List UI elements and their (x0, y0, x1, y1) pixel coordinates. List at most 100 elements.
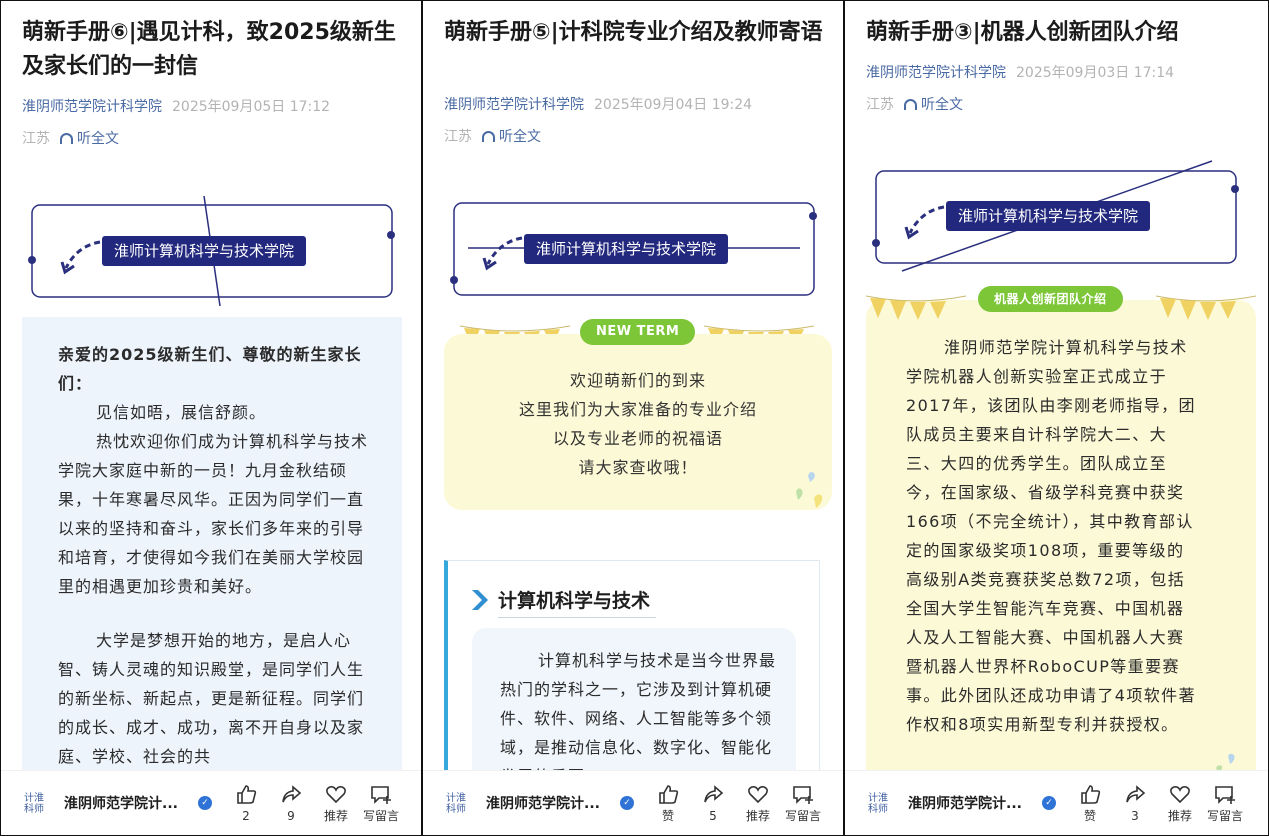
account-link[interactable]: 淮阴师范学院计科学院 (444, 97, 584, 113)
share-arrow-icon (1126, 785, 1146, 803)
letter-paragraph: 大学是梦想开始的地方，是启人心智、铸人灵魂的知识殿堂，是同学们人生的新坐标、新起… (58, 631, 365, 766)
letter-paragraph: 见信如晤，展信舒颜。 (96, 403, 267, 422)
share-count: 9 (287, 809, 295, 823)
heart-icon (748, 786, 768, 804)
listen-label: 听全文 (499, 129, 541, 145)
banner-label: 淮师计算机科学与技术学院 (946, 201, 1151, 231)
comment-button[interactable]: 写留言 (359, 781, 403, 825)
publish-date: 2025年09月05日 17:12 (172, 99, 331, 115)
thumbs-up-icon (237, 785, 257, 804)
article-meta-2: 江苏 听全文 (866, 95, 963, 115)
recommend-label: 推荐 (323, 809, 348, 823)
recommend-label: 推荐 (745, 809, 770, 823)
account-name[interactable]: 淮阴师范学院计... (908, 793, 1022, 813)
comment-label: 写留言 (362, 809, 399, 823)
welcome-text: 欢迎萌新们的到来 这里我们为大家准备的专业介绍 以及专业老师的祝福语 请大家查收… (444, 366, 832, 482)
letter-paragraph: 热忱欢迎你们成为计算机科学与技术学院大家庭中新的一员！九月金秋结硕果，十年寒暑尽… (58, 432, 369, 596)
article-meta-2: 江苏 听全文 (444, 127, 541, 147)
letter-greeting: 亲爱的2025级新生们、尊敬的新生家长们： (58, 345, 362, 393)
article-title: 萌新手册③|机器人创新团队介绍 (866, 20, 1179, 45)
article-meta: 淮阴师范学院计科学院 2025年09月04日 19:24 (444, 95, 752, 115)
account-name[interactable]: 淮阴师范学院计... (486, 793, 600, 813)
share-arrow-icon (282, 785, 302, 803)
account-name[interactable]: 淮阴师范学院计... (64, 793, 178, 813)
welcome-line: 以及专业老师的祝福语 (552, 429, 723, 448)
comment-icon (1215, 786, 1235, 804)
comment-label: 写留言 (784, 809, 821, 823)
share-button[interactable]: 9 (269, 781, 313, 825)
like-button[interactable]: 赞 (1068, 781, 1112, 825)
location-label: 江苏 (22, 131, 50, 147)
section-title: 计算机科学与技术 (498, 590, 651, 612)
like-button[interactable]: 2 (224, 781, 268, 825)
banner-label: 淮师计算机科学与技术学院 (524, 234, 729, 264)
welcome-line: 欢迎萌新们的到来 (569, 371, 706, 390)
listen-label: 听全文 (77, 131, 119, 147)
like-count: 赞 (1083, 809, 1096, 823)
share-button[interactable]: 3 (1113, 781, 1157, 825)
account-logo[interactable]: 计淮科师 (868, 793, 896, 815)
like-count: 赞 (661, 809, 674, 823)
verified-icon: ✓ (1042, 796, 1056, 810)
listen-button[interactable]: 听全文 (482, 129, 541, 145)
header-banner: 淮师计算机科学与技术学院 (22, 192, 402, 307)
heart-decoration-icon (796, 472, 823, 508)
article-meta-2: 江苏 听全文 (22, 129, 119, 149)
article-panel-3: 萌新手册③|机器人创新团队介绍 淮阴师范学院计科学院 2025年09月03日 17… (844, 0, 1269, 836)
account-logo[interactable]: 计淮科师 (24, 793, 52, 815)
new-term-badge: NEW TERM (580, 319, 696, 345)
thumbs-up-icon (1081, 785, 1101, 804)
comment-button[interactable]: 写留言 (781, 781, 825, 825)
headphone-icon (482, 131, 495, 142)
pennant-garland (866, 295, 966, 320)
headphone-icon (60, 133, 73, 144)
share-arrow-icon (704, 785, 724, 803)
panel-divider (421, 0, 423, 836)
article-panel-2: 萌新手册⑤|计科院专业介绍及教师寄语 淮阴师范学院计科学院 2025年09月04日… (422, 0, 844, 836)
header-banner: 淮师计算机科学与技术学院 (866, 155, 1250, 275)
publish-date: 2025年09月03日 17:14 (1016, 65, 1175, 81)
section-underline (498, 617, 656, 618)
welcome-line: 请大家查收哦！ (578, 458, 698, 477)
like-button[interactable]: 赞 (646, 781, 690, 825)
comment-button[interactable]: 写留言 (1203, 781, 1247, 825)
recommend-button[interactable]: 推荐 (736, 781, 780, 825)
team-badge: 机器人创新团队介绍 (978, 286, 1123, 312)
article-title: 萌新手册⑤|计科院专业介绍及教师寄语 (444, 20, 823, 45)
panel-divider (843, 0, 845, 836)
listen-button[interactable]: 听全文 (60, 131, 119, 147)
article-title: 萌新手册⑥|遇见计科，致2025级新生及家长们的一封信 (22, 20, 396, 79)
account-logo[interactable]: 计淮科师 (446, 793, 474, 815)
publish-date: 2025年09月04日 19:24 (594, 97, 753, 113)
article-meta: 淮阴师范学院计科学院 2025年09月05日 17:12 (22, 97, 330, 117)
account-link[interactable]: 淮阴师范学院计科学院 (22, 99, 162, 115)
headphone-icon (904, 99, 917, 110)
heart-icon (326, 786, 346, 804)
account-link[interactable]: 淮阴师范学院计科学院 (866, 65, 1006, 81)
recommend-label: 推荐 (1167, 809, 1192, 823)
thumbs-up-icon (659, 785, 679, 804)
banner-label: 淮师计算机科学与技术学院 (102, 236, 307, 266)
heart-decoration-icon (1216, 753, 1235, 772)
welcome-line: 这里我们为大家准备的专业介绍 (518, 400, 757, 419)
like-count: 2 (242, 809, 250, 823)
comment-label: 写留言 (1206, 809, 1243, 823)
share-button[interactable]: 5 (691, 781, 735, 825)
article-meta: 淮阴师范学院计科学院 2025年09月03日 17:14 (866, 63, 1174, 83)
team-text: 淮阴师范学院计算机科学与技术学院机器人创新实验室正式成立于2017年，该团队由李… (906, 338, 1196, 734)
recommend-button[interactable]: 推荐 (1158, 781, 1202, 825)
listen-label: 听全文 (921, 97, 963, 113)
section-text: 计算机科学与技术是当今世界最热门的学科之一，它涉及到计算机硬件、软件、网络、人工… (500, 651, 776, 770)
share-count: 5 (709, 809, 717, 823)
recommend-button[interactable]: 推荐 (314, 781, 358, 825)
verified-icon: ✓ (620, 796, 634, 810)
location-label: 江苏 (444, 129, 472, 145)
listen-button[interactable]: 听全文 (904, 97, 963, 113)
chevron-right-icon (472, 590, 488, 610)
comment-icon (371, 786, 391, 804)
header-banner: 淮师计算机科学与技术学院 (444, 192, 824, 302)
article-footer: 计淮科师 淮阴师范学院计... ✓ 赞 5 推荐 写留言 (422, 770, 844, 836)
article-footer: 计淮科师 淮阴师范学院计... ✓ 赞 3 推荐 写留言 (844, 770, 1269, 836)
pennant-garland (1156, 295, 1256, 320)
article-footer: 计淮科师 淮阴师范学院计... ✓ 2 9 推荐 写留言 (0, 770, 422, 836)
